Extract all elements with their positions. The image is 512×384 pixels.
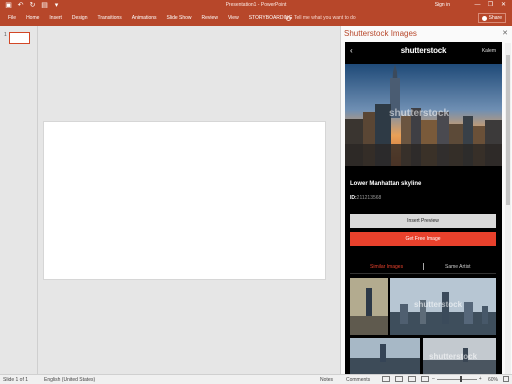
zoom-level[interactable]: 60% [488,377,498,383]
zoom-slider-knob[interactable] [459,376,462,382]
grid-watermark: shutterstock [429,352,478,361]
scrollbar-thumb[interactable] [506,55,510,205]
reading-view-icon[interactable] [408,376,416,382]
ribbon-tabs-bar: File Home Insert Design Transitions Anim… [0,11,512,26]
notes-button[interactable]: Notes [320,377,333,383]
similar-photo [350,338,420,374]
share-label: Share [488,15,502,21]
tell-me-text: Tell me what you want to do [294,15,356,21]
task-pane-scrollbar[interactable] [505,43,511,374]
zoom-slider[interactable] [436,376,477,382]
slide-counter: Slide 1 of 1 [3,377,29,383]
zoom-slider-track [436,379,477,380]
get-free-image-button[interactable]: Get Free Image [350,232,496,246]
tab-review[interactable]: Review [197,15,223,21]
slide-thumbnail-pane: 1 [0,26,38,374]
slide-thumbnail[interactable] [9,32,30,44]
zoom-in-icon[interactable]: + [479,376,482,382]
similar-image-thumbnail[interactable]: shutterstock [390,278,496,335]
image-id-label: ID: [350,195,357,201]
shutterstock-addin: ‹ shutterstock Kalem shutterstock Lower … [345,42,502,374]
slide-editor [39,26,340,374]
image-watermark: shutterstock [389,108,450,119]
insert-preview-button[interactable]: Insert Preview [350,214,496,228]
lightbulb-icon [286,15,291,21]
normal-view-icon[interactable] [382,376,390,382]
task-pane: Shutterstock Images ✕ ‹ shutterstock Kal… [340,26,512,374]
sign-in-link[interactable]: Sign in [435,2,450,8]
tab-transitions[interactable]: Transitions [93,15,127,21]
tab-insert[interactable]: Insert [44,15,67,21]
similar-image-thumbnail[interactable]: shutterstock [423,338,496,374]
tab-slide-show[interactable]: Slide Show [162,15,197,21]
grid-watermark: shutterstock [414,300,463,309]
similar-image-thumbnail[interactable] [350,278,388,335]
similar-image-thumbnail[interactable] [350,338,420,374]
tab-similar-images[interactable]: Similar Images [370,264,403,270]
similar-images-grid: shutterstock shutterstock [345,278,502,374]
tab-animations[interactable]: Animations [127,15,162,21]
tab-view[interactable]: View [223,15,244,21]
user-name[interactable]: Kalem [482,48,496,54]
slideshow-view-icon[interactable] [421,376,429,382]
close-icon[interactable]: ✕ [502,29,508,37]
ribbon-tabs: File Home Insert Design Transitions Anim… [3,15,297,21]
zoom-out-icon[interactable]: – [432,376,435,382]
view-buttons [382,376,429,382]
fit-to-window-icon[interactable] [503,376,509,382]
image-preview[interactable]: shutterstock [345,64,502,166]
result-tabs: Similar Images Same Artist [350,260,496,274]
tab-file[interactable]: File [3,15,21,21]
thumbnail-number: 1 [4,32,7,38]
status-bar: Slide 1 of 1 English (United States) Not… [0,374,512,384]
image-id: ID:211213568 [350,195,381,201]
tab-design[interactable]: Design [67,15,93,21]
close-icon[interactable]: ✕ [497,0,510,11]
slide-canvas[interactable] [43,121,326,280]
shutterstock-logo: shutterstock [400,46,447,55]
tab-home[interactable]: Home [21,15,44,21]
task-pane-title: Shutterstock Images [344,29,417,38]
tab-divider [423,263,424,270]
share-button[interactable]: Share [477,13,506,23]
person-icon [481,15,487,21]
language-indicator[interactable]: English (United States) [44,377,95,383]
tab-same-artist[interactable]: Same Artist [445,264,471,270]
minimize-icon[interactable]: — [471,0,484,11]
comments-button[interactable]: Comments [346,377,370,383]
tell-me-box[interactable]: Tell me what you want to do [286,15,356,21]
image-id-value: 211213568 [356,195,382,201]
title-bar: ▣ ↶ ↻ ▤ ▾ Presentation1 - PowerPoint Sig… [0,0,512,11]
slide-sorter-icon[interactable] [395,376,403,382]
zoom-control: – + [432,376,482,382]
addin-header: ‹ shutterstock Kalem [345,42,502,62]
restore-icon[interactable]: ❐ [484,0,497,11]
window-controls: — ❐ ✕ [471,0,510,11]
image-title: Lower Manhattan skyline [350,181,422,187]
similar-photo [350,278,388,335]
